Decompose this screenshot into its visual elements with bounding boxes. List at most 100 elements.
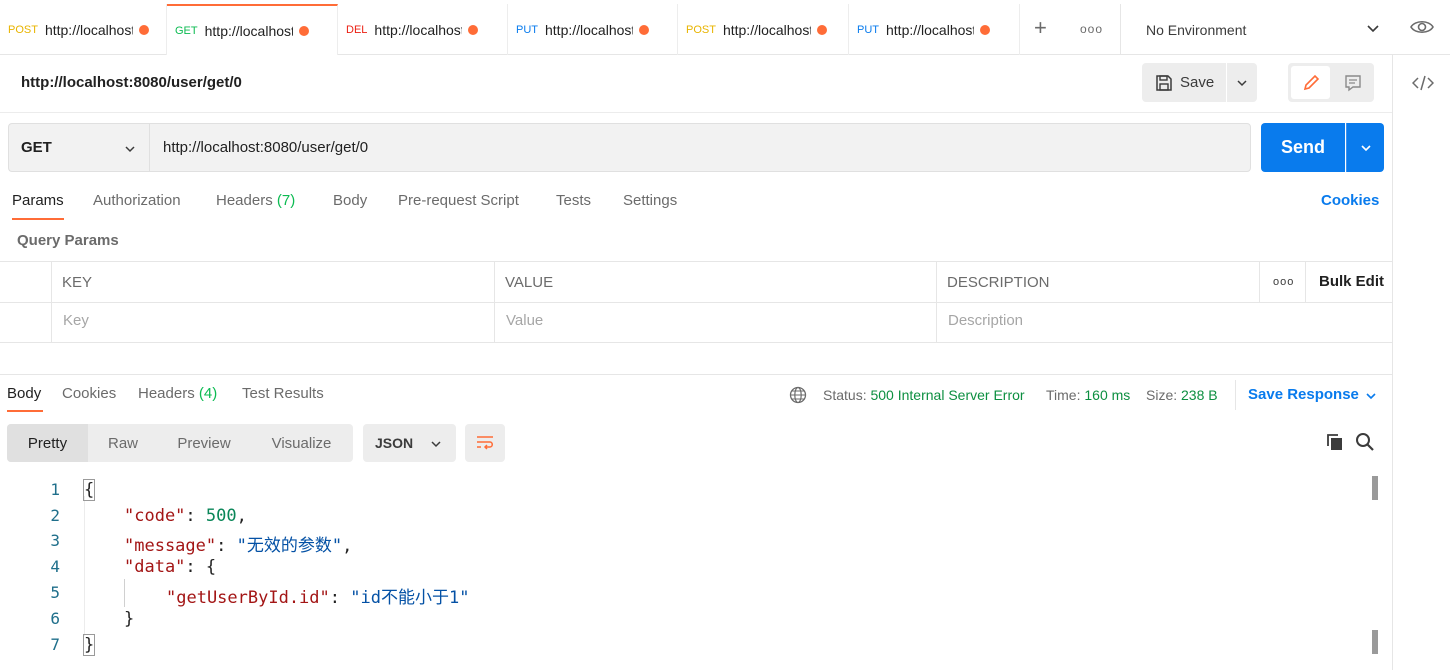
tab-method: GET: [175, 24, 198, 37]
code-token: :: [329, 588, 351, 608]
wrap-lines-icon: [477, 436, 493, 450]
code-line: }: [124, 609, 134, 629]
chevron-down-icon: [431, 441, 441, 448]
tab-authorization[interactable]: Authorization: [93, 192, 181, 209]
response-time[interactable]: Time: 160 ms: [1046, 387, 1130, 403]
chevron-down-icon[interactable]: [1365, 390, 1377, 402]
response-format-value: JSON: [375, 435, 414, 451]
chevron-down-icon: [1360, 144, 1371, 151]
environment-select[interactable]: No Environment: [1120, 4, 1392, 55]
view-raw-button[interactable]: Raw: [88, 424, 158, 462]
cookies-link[interactable]: Cookies: [1321, 192, 1379, 209]
new-tab-plus-icon[interactable]: +: [1034, 17, 1047, 39]
response-tab-test-results[interactable]: Test Results: [242, 385, 324, 402]
send-options-dropdown[interactable]: [1346, 123, 1384, 172]
code-line: "code": 500,: [124, 506, 247, 526]
view-pretty-button[interactable]: Pretty: [7, 424, 88, 462]
key-input[interactable]: Key: [63, 312, 89, 329]
http-method-select[interactable]: GET: [8, 123, 149, 172]
tab-params[interactable]: Params: [12, 192, 64, 209]
response-body-editor[interactable]: 1 2 3 4 5 6 7 { "code": 500, "message": …: [0, 476, 1392, 670]
column-header-value: VALUE: [505, 274, 554, 291]
code-snippet-icon[interactable]: [1412, 74, 1434, 92]
wrap-lines-button[interactable]: [465, 424, 505, 462]
divider: [494, 262, 495, 343]
tab-prerequest-script[interactable]: Pre-request Script: [398, 192, 519, 209]
more-tabs-icon[interactable]: ooo: [1080, 22, 1103, 36]
view-preview-button[interactable]: Preview: [158, 424, 250, 462]
request-tab-6[interactable]: PUT http://localhost:8080: [849, 4, 1020, 55]
response-status[interactable]: Status: 500 Internal Server Error: [823, 387, 1025, 403]
active-tab-indicator: [7, 410, 43, 412]
bulk-edit-button[interactable]: Bulk Edit: [1319, 273, 1384, 290]
query-params-title: Query Params: [17, 232, 119, 249]
response-size[interactable]: Size: 238 B: [1146, 387, 1218, 403]
response-tab-headers[interactable]: Headers (4): [138, 385, 217, 402]
json-string: "无效的参数": [236, 536, 343, 556]
search-icon[interactable]: [1355, 432, 1375, 452]
unsaved-dot-icon: [138, 24, 149, 35]
divider: [1235, 380, 1236, 410]
request-tab-3[interactable]: DEL http://localhost:8080: [338, 4, 508, 55]
divider: [1305, 262, 1306, 302]
tab-url: http://localhost:8080: [374, 21, 462, 38]
response-tab-body[interactable]: Body: [7, 385, 41, 402]
tab-method: POST: [8, 23, 38, 36]
json-key: "code": [124, 506, 186, 526]
globe-icon[interactable]: [789, 386, 807, 404]
send-button[interactable]: Send: [1261, 123, 1345, 172]
line-number: 3: [50, 531, 60, 550]
divider: [0, 112, 1392, 113]
response-format-select[interactable]: JSON: [363, 424, 456, 462]
tab-url: http://localhost:8080: [722, 21, 811, 38]
edit-mode-button[interactable]: [1291, 66, 1330, 99]
scrollbar-thumb[interactable]: [1372, 630, 1378, 654]
response-tab-cookies[interactable]: Cookies: [62, 385, 116, 402]
request-tab-1[interactable]: POST http://localhost:8080: [0, 4, 167, 55]
unsaved-dot-icon: [980, 24, 990, 35]
code-token: :: [216, 536, 237, 556]
column-header-key: KEY: [62, 274, 93, 291]
tab-url: http://localhost:8080: [44, 21, 133, 38]
url-input[interactable]: http://localhost:8080/user/get/0: [149, 123, 1251, 172]
response-view-switcher: Pretty Raw Preview Visualize: [7, 424, 353, 462]
tab-settings[interactable]: Settings: [623, 192, 677, 209]
value-input[interactable]: Value: [506, 312, 543, 329]
indent-guide: [84, 496, 85, 636]
scrollbar-thumb[interactable]: [1372, 476, 1378, 500]
view-visualize-button[interactable]: Visualize: [250, 424, 353, 462]
divider: [1259, 262, 1260, 302]
chevron-down-icon: [125, 146, 135, 153]
time-value: 160 ms: [1084, 387, 1131, 403]
tab-tests[interactable]: Tests: [556, 192, 591, 209]
description-input[interactable]: Description: [948, 312, 1023, 329]
save-button[interactable]: Save: [1142, 63, 1226, 102]
request-tab-4[interactable]: PUT http://localhost:8080: [508, 4, 678, 55]
line-number: 4: [50, 557, 60, 576]
tab-headers[interactable]: Headers (7): [216, 192, 295, 209]
more-options-icon[interactable]: ooo: [1273, 276, 1294, 288]
tab-method: POST: [686, 23, 716, 36]
unsaved-dot-icon: [468, 24, 479, 35]
response-divider[interactable]: [0, 374, 1392, 375]
json-key: "getUserById.id": [166, 588, 330, 608]
status-value: 500 Internal Server Error: [870, 387, 1025, 403]
request-tab-bar: POST http://localhost:8080 GET http://lo…: [0, 0, 1450, 55]
unsaved-dot-icon: [298, 25, 309, 36]
eye-icon[interactable]: [1410, 17, 1434, 37]
environment-label: No Environment: [1146, 21, 1247, 38]
json-number: 500: [205, 506, 237, 526]
status-label: Status:: [823, 387, 867, 403]
divider: [936, 262, 937, 343]
request-tab-2[interactable]: GET http://localhost:8080: [167, 4, 338, 55]
unsaved-dot-icon: [816, 24, 827, 35]
active-tab-indicator: [12, 218, 64, 220]
save-options-dropdown[interactable]: [1227, 63, 1257, 102]
tab-body[interactable]: Body: [333, 192, 367, 209]
comments-button[interactable]: [1334, 66, 1371, 99]
save-response-button[interactable]: Save Response: [1248, 386, 1359, 403]
request-tab-5[interactable]: POST http://localhost:8080: [678, 4, 849, 55]
response-headers-count: (4): [198, 385, 218, 402]
json-string: "id不能小于1": [350, 588, 470, 608]
copy-icon[interactable]: [1325, 432, 1345, 452]
